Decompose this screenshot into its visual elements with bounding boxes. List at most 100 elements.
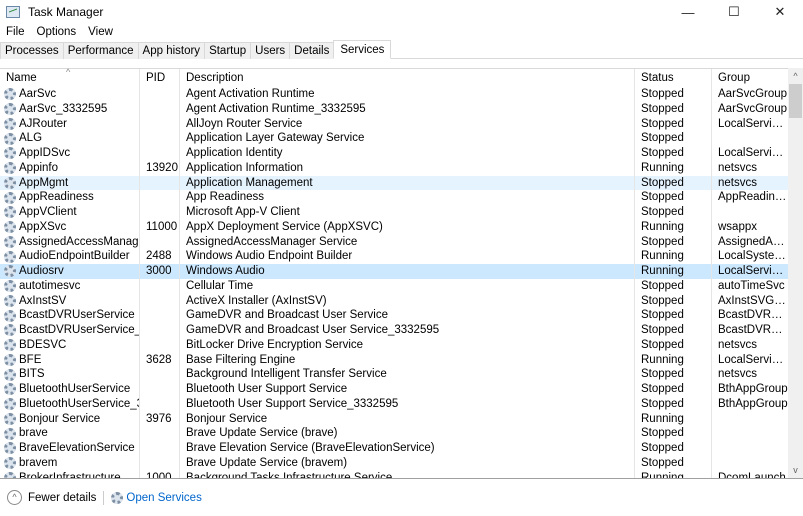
service-name: BraveElevationService [0, 441, 140, 456]
menu-options[interactable]: Options [31, 24, 83, 40]
table-row[interactable]: AxInstSV ActiveX Installer (AxInstSV) St… [0, 293, 788, 309]
menu-file[interactable]: File [0, 24, 31, 40]
table-row[interactable]: AppReadiness App Readiness Stopped AppRe… [0, 190, 788, 205]
gear-icon [4, 221, 16, 234]
tab-startup[interactable]: Startup [204, 42, 252, 59]
table-row[interactable]: autotimesvc Cellular Time Stopped autoTi… [0, 278, 788, 294]
service-pid: 13920 [140, 160, 180, 176]
column-status[interactable]: Status [635, 69, 712, 88]
service-group: netsvcs [718, 368, 757, 381]
table-row[interactable]: BDESVC BitLocker Drive Encryption Servic… [0, 337, 788, 353]
service-group: netsvcs [718, 161, 757, 174]
table-row[interactable]: BluetoothUserService Bluetooth User Supp… [0, 382, 788, 397]
service-pid [140, 101, 180, 117]
gear-icon [4, 88, 16, 101]
title-bar: Task Manager — ☐ ✕ [0, 0, 803, 24]
table-row[interactable]: BFE 3628 Base Filtering Engine Running L… [0, 352, 788, 368]
service-name-label: AJRouter [19, 117, 67, 130]
service-pid [140, 175, 180, 191]
menu-view[interactable]: View [82, 24, 119, 40]
table-row[interactable]: AssignedAccessManagerSvc AssignedAccessM… [0, 234, 788, 250]
table-row[interactable]: AudioEndpointBuilder 2488 Windows Audio … [0, 249, 788, 264]
service-status: Stopped [635, 278, 712, 294]
tab-processes[interactable]: Processes [0, 42, 64, 59]
window-title: Task Manager [28, 5, 104, 19]
service-group: AarSvcGroup [718, 88, 788, 100]
table-row[interactable]: BluetoothUserService_3332... Bluetooth U… [0, 396, 788, 412]
service-status: Stopped [635, 131, 712, 146]
service-status: Stopped [635, 382, 712, 397]
table-row[interactable]: AJRouter AllJoyn Router Service Stopped … [0, 116, 788, 132]
service-pid [140, 131, 180, 146]
column-name[interactable]: ^ Name [0, 67, 140, 88]
table-row[interactable]: brave Brave Update Service (brave) Stopp… [0, 426, 788, 441]
table-row[interactable]: AppIDSvc Application Identity Stopped Lo… [0, 146, 788, 161]
services-list: AarSvc Agent Activation Runtime Stopped … [0, 87, 788, 478]
gear-icon [4, 176, 16, 189]
table-row[interactable]: BrokerInfrastructure 1000 Background Tas… [0, 470, 788, 478]
service-status: Stopped [635, 87, 712, 102]
service-name: AppXSvc [0, 219, 140, 235]
column-description[interactable]: Description [180, 69, 635, 88]
service-description: Background Intelligent Transfer Service [180, 367, 635, 382]
gear-icon [4, 117, 16, 130]
service-name-label: BFE [19, 353, 42, 366]
column-pid[interactable]: PID [140, 69, 180, 88]
service-description: Agent Activation Runtime_3332595 [180, 101, 635, 117]
tab-services[interactable]: Services [333, 40, 392, 59]
table-row[interactable]: Appinfo 13920 Application Information Ru… [0, 160, 788, 176]
column-group[interactable]: Group [712, 69, 788, 88]
service-name-label: AudioEndpointBuilder [19, 250, 130, 263]
service-name-label: BraveElevationService [19, 442, 135, 454]
table-row[interactable]: ALG Application Layer Gateway Service St… [0, 131, 788, 146]
table-row[interactable]: BcastDVRUserService GameDVR and Broadcas… [0, 308, 788, 323]
service-pid [140, 323, 180, 338]
service-status: Stopped [635, 116, 712, 132]
table-row[interactable]: AppVClient Microsoft App-V Client Stoppe… [0, 205, 788, 220]
scrollbar-thumb[interactable] [789, 84, 802, 118]
tab-app-history[interactable]: App history [137, 42, 206, 59]
table-row[interactable]: BcastDVRUserService_33325... GameDVR and… [0, 323, 788, 338]
close-button[interactable]: ✕ [757, 0, 803, 24]
service-status: Stopped [635, 175, 712, 191]
minimize-button[interactable]: — [665, 0, 711, 24]
open-services-link[interactable]: Open Services [126, 492, 201, 504]
table-row[interactable]: bravem Brave Update Service (bravem) Sto… [0, 455, 788, 471]
service-name-label: Appinfo [19, 161, 59, 174]
service-name: Appinfo [0, 160, 140, 176]
tab-performance[interactable]: Performance [62, 42, 139, 59]
service-description: Microsoft App-V Client [180, 205, 635, 220]
maximize-button[interactable]: ☐ [711, 0, 757, 24]
scroll-up-icon[interactable]: ^ [788, 68, 803, 84]
chevron-up-icon[interactable]: ^ [7, 490, 22, 505]
gear-icon [4, 191, 16, 204]
service-group: LocalServiceN... [718, 147, 788, 159]
service-description: App Readiness [180, 190, 635, 205]
service-pid [140, 234, 180, 250]
table-row[interactable]: AppMgmt Application Management Stopped n… [0, 175, 788, 191]
table-row[interactable]: AarSvc Agent Activation Runtime Stopped … [0, 87, 788, 102]
service-description: Brave Elevation Service (BraveElevationS… [180, 441, 635, 456]
service-name: AudioEndpointBuilder [0, 249, 140, 264]
service-name-label: AppMgmt [19, 176, 69, 189]
table-row[interactable]: BraveElevationService Brave Elevation Se… [0, 441, 788, 456]
table-row[interactable]: Audiosrv 3000 Windows Audio Running Loca… [0, 264, 788, 279]
gear-icon [4, 412, 16, 425]
tab-users[interactable]: Users [250, 42, 291, 59]
column-name-label: Name [6, 72, 37, 84]
gear-icon [4, 324, 16, 337]
scroll-down-icon[interactable]: v [788, 462, 803, 478]
table-row[interactable]: AppXSvc 11000 AppX Deployment Service (A… [0, 219, 788, 235]
fewer-details-button[interactable]: Fewer details [28, 492, 96, 504]
table-row[interactable]: Bonjour Service 3976 Bonjour Service Run… [0, 411, 788, 427]
service-description: AssignedAccessManager Service [180, 234, 635, 250]
table-row[interactable]: BITS Background Intelligent Transfer Ser… [0, 367, 788, 382]
gear-icon [4, 147, 16, 160]
tab-details[interactable]: Details [289, 42, 335, 59]
vertical-scrollbar[interactable]: ^ v [788, 68, 803, 478]
service-group: BthAppGroup [718, 397, 788, 410]
service-pid [140, 116, 180, 132]
table-row[interactable]: AarSvc_3332595 Agent Activation Runtime_… [0, 101, 788, 117]
service-description: Windows Audio Endpoint Builder [180, 249, 635, 264]
gear-icon [4, 162, 16, 175]
